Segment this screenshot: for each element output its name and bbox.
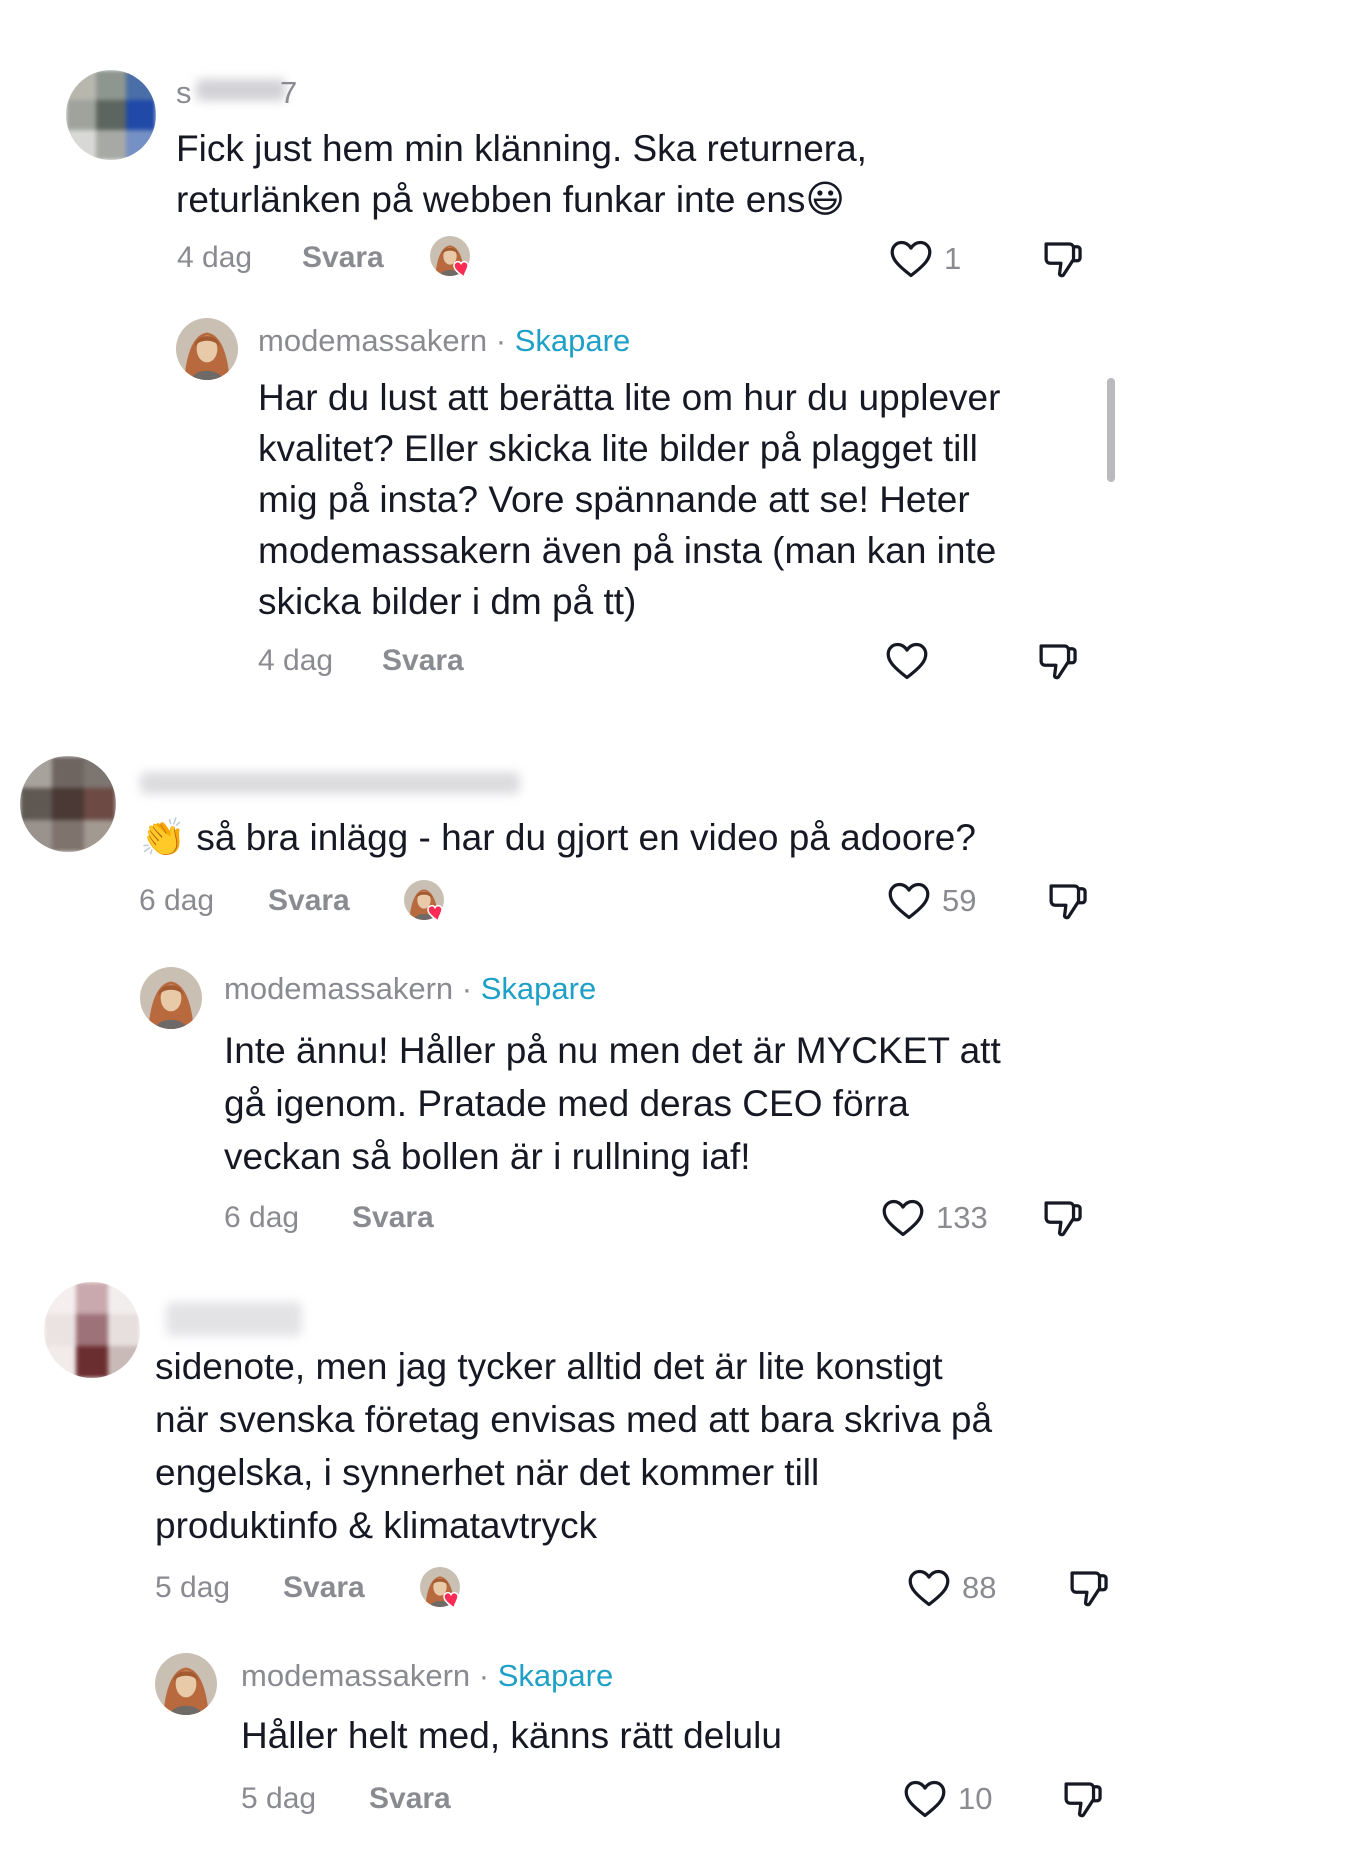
clapping-hands-emoji-icon: 👏 <box>140 817 187 858</box>
creator-username[interactable]: modemassakern <box>241 1658 470 1693</box>
creator-liked-heart-icon <box>430 236 474 280</box>
reply-date: 4 dag <box>258 644 334 677</box>
like-button[interactable]: 1 <box>888 236 961 282</box>
comment-text: 👏 så bra inlägg - har du gjort en video … <box>140 817 976 858</box>
reply-text-line: mig på insta? Vore spännande att se! Het… <box>258 479 970 520</box>
like-button[interactable]: 88 <box>906 1565 996 1611</box>
creator-liked-heart-icon <box>404 880 448 924</box>
thumbs-down-icon[interactable] <box>1045 878 1091 929</box>
heart-outline-icon <box>886 878 932 924</box>
reply-button[interactable]: Svara <box>283 1571 365 1605</box>
creator-username-row: modemassakern · Skapare <box>224 971 596 1007</box>
reply-button[interactable]: Svara <box>382 644 464 678</box>
like-count: 10 <box>958 1781 993 1816</box>
reply-text: Har du lust att berätta lite om hur du u… <box>258 372 1118 627</box>
scrollbar[interactable] <box>1107 378 1115 482</box>
like-button[interactable]: 10 <box>902 1776 992 1822</box>
creator-badge: Skapare <box>480 971 597 1006</box>
commenter-avatar[interactable] <box>66 70 156 160</box>
reply-text-line: Inte ännu! Håller på nu men det är MYCKE… <box>224 1030 1001 1071</box>
thumbs-down-icon[interactable] <box>1040 236 1086 287</box>
comment-date: 5 dag <box>155 1571 231 1604</box>
comment-text-line: Fick just hem min klänning. Ska returner… <box>176 128 867 169</box>
username-redaction <box>196 79 286 101</box>
creator-badge: Skapare <box>514 323 631 358</box>
thumbs-down-icon[interactable] <box>1035 638 1081 689</box>
heart-outline-icon <box>888 236 934 282</box>
reply-text-line: Har du lust att berätta lite om hur du u… <box>258 377 1001 418</box>
creator-username[interactable]: modemassakern <box>224 971 453 1006</box>
creator-liked-heart-icon <box>420 1567 464 1611</box>
like-button[interactable] <box>884 638 940 684</box>
commenter-avatar[interactable] <box>20 756 116 852</box>
creator-avatar[interactable] <box>176 318 238 380</box>
like-button[interactable]: 133 <box>880 1195 988 1241</box>
creator-username-row: modemassakern · Skapare <box>258 323 630 359</box>
creator-avatar[interactable] <box>155 1653 217 1715</box>
comment-text-line: sidenote, men jag tycker alltid det är l… <box>155 1346 943 1387</box>
comment-text-line: produktinfo & klimatavtryck <box>155 1505 598 1546</box>
separator-dot: · <box>478 1658 490 1693</box>
reply-text-line: veckan så bollen är i rullning iaf! <box>224 1136 751 1177</box>
thumbs-down-icon[interactable] <box>1060 1776 1106 1827</box>
reply-text-line: Håller helt med, känns rätt delulu <box>241 1715 782 1756</box>
separator-dot: · <box>461 971 473 1006</box>
commenter-username[interactable]: s <box>176 75 192 111</box>
reply-button[interactable]: Svara <box>352 1201 434 1235</box>
thumbs-down-icon[interactable] <box>1040 1195 1086 1246</box>
reply-text-line: skicka bilder i dm på tt) <box>258 581 637 622</box>
creator-badge: Skapare <box>497 1658 614 1693</box>
heart-outline-icon <box>880 1195 926 1241</box>
reply-button[interactable]: Svara <box>369 1782 451 1816</box>
comment-date: 4 dag <box>177 241 253 274</box>
like-button[interactable]: 59 <box>886 878 976 924</box>
thumbs-down-icon[interactable] <box>1066 1565 1112 1616</box>
reply-button[interactable]: Svara <box>302 241 384 275</box>
heart-outline-icon <box>906 1565 952 1611</box>
like-count: 59 <box>942 883 977 918</box>
reply-text-line: gå igenom. Pratade med deras CEO förra <box>224 1083 909 1124</box>
comment-text: Fick just hem min klänning. Ska returner… <box>176 123 1076 226</box>
reply-date: 6 dag <box>224 1201 300 1234</box>
comment-text: sidenote, men jag tycker alltid det är l… <box>155 1340 1155 1552</box>
reply-text-line: modemassakern även på insta (man kan int… <box>258 530 997 571</box>
commenter-username-tail: 7 <box>280 75 298 110</box>
username-redaction <box>166 1302 302 1336</box>
smiley-emoji-icon: 😃 <box>805 179 846 221</box>
heart-outline-icon <box>884 638 930 684</box>
heart-outline-icon <box>902 1776 948 1822</box>
commenter-avatar[interactable] <box>44 1282 140 1378</box>
creator-avatar[interactable] <box>140 967 202 1029</box>
like-count: 1 <box>944 241 962 276</box>
reply-text-line: kvalitet? Eller skicka lite bilder på pl… <box>258 428 978 469</box>
reply-text: Håller helt med, känns rätt delulu <box>241 1710 1141 1761</box>
like-count: 88 <box>962 1570 997 1605</box>
creator-username-row: modemassakern · Skapare <box>241 1658 613 1694</box>
creator-username[interactable]: modemassakern <box>258 323 487 358</box>
comment-text-line: returlänken på webben funkar inte ens😃 <box>176 179 846 221</box>
reply-text: Inte ännu! Håller på nu men det är MYCKE… <box>224 1024 1124 1183</box>
separator-dot: · <box>495 323 507 358</box>
username-redaction <box>140 772 520 794</box>
reply-date: 5 dag <box>241 1782 317 1815</box>
comment-text-line: när svenska företag envisas med att bara… <box>155 1399 993 1440</box>
like-count: 133 <box>936 1200 988 1235</box>
comment-date: 6 dag <box>139 884 215 917</box>
reply-button[interactable]: Svara <box>268 884 350 918</box>
comment-text-line: engelska, i synnerhet när det kommer til… <box>155 1452 820 1493</box>
